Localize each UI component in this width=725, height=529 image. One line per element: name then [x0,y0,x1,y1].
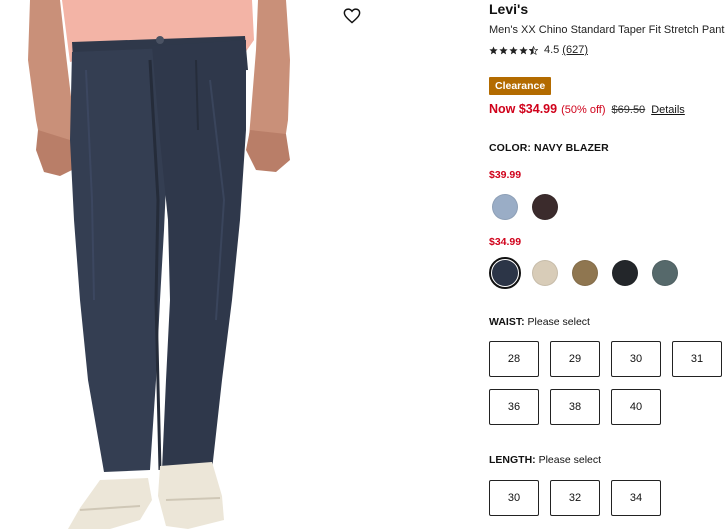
sale-price: Now $34.99 [489,102,558,116]
brand-name[interactable]: Levi's [489,1,528,17]
swatch-color-dot [652,260,678,286]
waist-size-button[interactable]: 30 [611,341,661,377]
waist-size-button[interactable]: 38 [550,389,600,425]
star-half-icon [529,45,538,55]
length-label-title: LENGTH: [489,454,536,466]
color-swatch-row [489,257,689,289]
color-tier-price: $34.99 [489,236,522,248]
star-full-icon [509,45,518,54]
waist-size-button[interactable]: 29 [550,341,600,377]
length-size-button[interactable]: 32 [550,480,600,516]
review-count-link[interactable]: (627) [562,44,588,56]
star-full-icon [489,45,498,54]
product-photo-illustration [28,0,290,529]
favorite-button[interactable] [343,8,369,30]
swatch-color-dot [572,260,598,286]
product-image[interactable] [0,0,478,529]
length-size-grid: 30 32 34 [489,480,722,516]
color-swatch-light-blue[interactable] [489,191,521,223]
waist-size-button[interactable]: 31 [672,341,722,377]
length-size-button[interactable]: 34 [611,480,661,516]
color-label: COLOR: NAVY BLAZER [489,142,609,154]
color-swatch-slate-teal[interactable] [649,257,681,289]
swatch-color-dot [532,194,558,220]
star-full-icon [499,45,508,54]
waist-label: WAIST: Please select [489,316,590,328]
color-swatch-khaki[interactable] [529,257,561,289]
waist-size-grid: 28 29 30 31 36 38 40 [489,341,722,425]
waist-select-prompt: Please select [527,316,590,328]
original-price: $69.50 [611,104,646,116]
waist-label-title: WAIST: [489,316,525,328]
price-details-link[interactable]: Details [651,104,685,116]
color-swatch-black[interactable] [609,257,641,289]
star-full-icon [519,45,528,54]
waist-size-button[interactable]: 28 [489,341,539,377]
rating-value: 4.5 [544,44,560,56]
product-title: Men's XX Chino Standard Taper Fit Stretc… [489,24,725,36]
length-select-prompt: Please select [538,454,602,466]
discount-percent: (50% off) [561,104,606,116]
color-swatch-navy-blazer[interactable] [489,257,521,289]
star-rating [489,45,538,55]
price-row: Now $34.99 (50% off) $69.50 Details [489,102,685,116]
heart-outline-icon [343,8,361,24]
waist-size-button[interactable]: 36 [489,389,539,425]
waist-size-button[interactable]: 40 [611,389,661,425]
rating-summary[interactable]: 4.5 (627) [489,44,588,56]
length-size-button[interactable]: 30 [489,480,539,516]
color-swatch-row [489,191,569,223]
length-label: LENGTH: Please select [489,454,601,466]
swatch-color-dot [612,260,638,286]
color-swatch-olive-tan[interactable] [569,257,601,289]
color-tier-price: $39.99 [489,169,522,181]
color-swatch-dark-brown[interactable] [529,191,561,223]
swatch-color-dot [532,260,558,286]
swatch-color-dot [492,260,518,286]
swatch-color-dot [492,194,518,220]
clearance-badge: Clearance [489,77,552,95]
